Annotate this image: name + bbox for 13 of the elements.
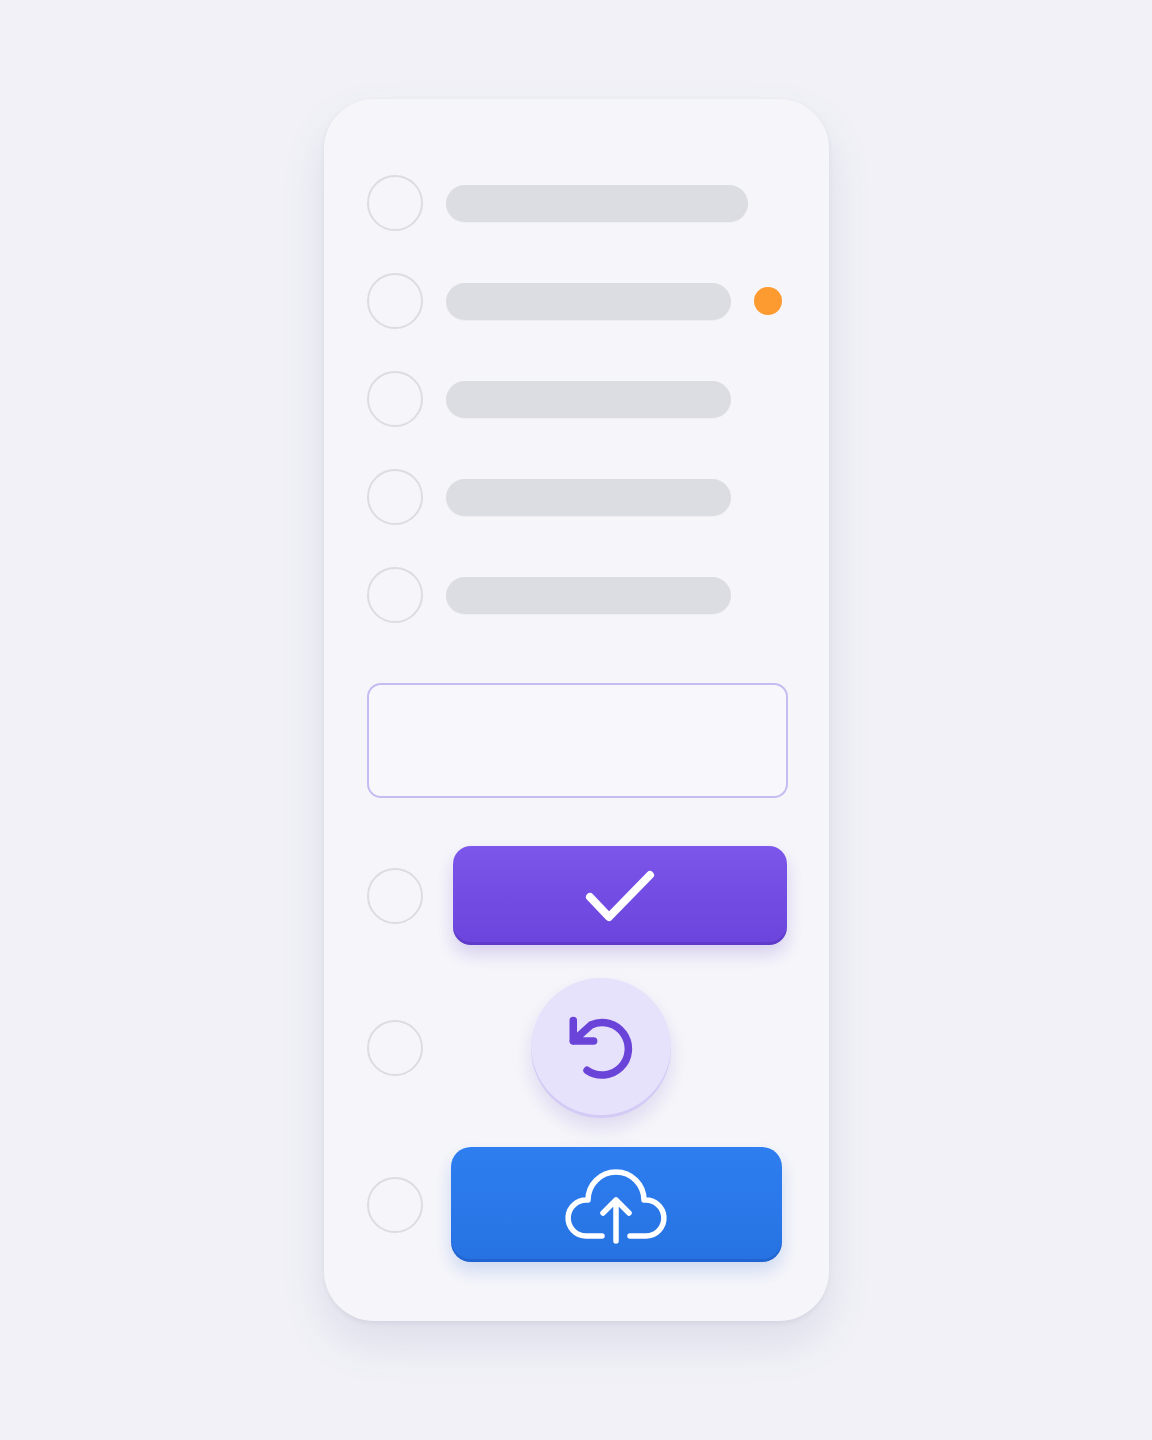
radio-button[interactable] [366,273,423,329]
radio-button[interactable] [366,567,423,623]
radio-button[interactable] [366,867,423,924]
radio-button[interactable] [366,175,423,231]
radio-button[interactable] [366,469,423,525]
radio-button[interactable] [366,371,423,427]
confirm-button[interactable] [452,846,787,945]
upload-button[interactable] [450,1147,782,1262]
undo-icon [568,1016,633,1080]
radio-button[interactable] [366,1176,423,1233]
check-icon [584,868,655,923]
radio-button[interactable] [366,1020,423,1076]
input-field[interactable] [366,683,788,798]
